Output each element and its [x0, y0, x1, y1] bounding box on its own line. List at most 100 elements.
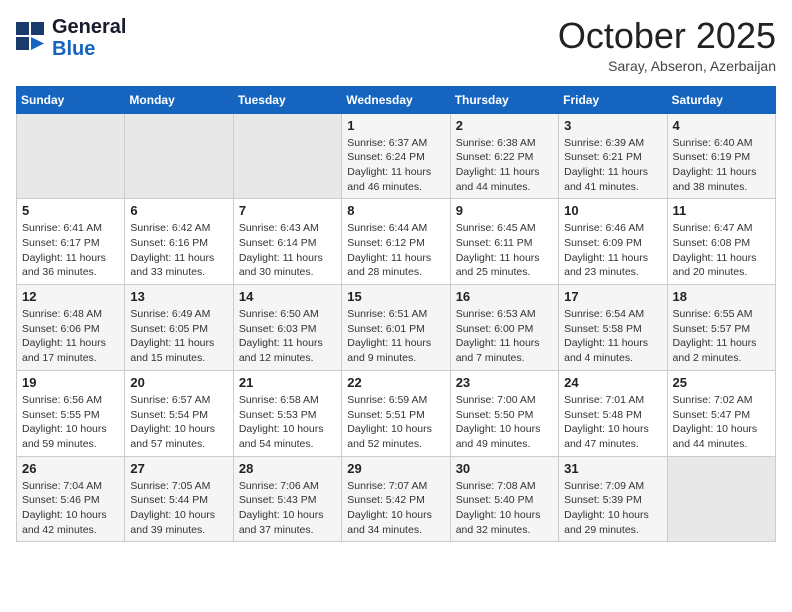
- month-title: October 2025: [558, 16, 776, 56]
- day-info: Sunrise: 7:02 AM Sunset: 5:47 PM Dayligh…: [673, 393, 770, 452]
- day-number: 20: [130, 375, 227, 390]
- calendar-cell: 18 Sunrise: 6:55 AM Sunset: 5:57 PM Dayli…: [667, 285, 775, 371]
- day-info: Sunrise: 6:48 AM Sunset: 6:06 PM Dayligh…: [22, 307, 119, 366]
- day-number: 1: [347, 118, 444, 133]
- calendar-week-row: 5 Sunrise: 6:41 AM Sunset: 6:17 PM Daylig…: [17, 199, 776, 285]
- day-number: 14: [239, 289, 336, 304]
- day-number: 29: [347, 461, 444, 476]
- calendar-header-tuesday: Tuesday: [233, 86, 341, 113]
- calendar-cell: 29 Sunrise: 7:07 AM Sunset: 5:42 PM Dayli…: [342, 456, 450, 542]
- day-number: 24: [564, 375, 661, 390]
- calendar-cell: 5 Sunrise: 6:41 AM Sunset: 6:17 PM Daylig…: [17, 199, 125, 285]
- calendar-cell: 31Sunrise: 7:09 AM Sunset: 5:39 PM Dayli…: [559, 456, 667, 542]
- calendar-cell: [667, 456, 775, 542]
- calendar-cell: 25 Sunrise: 7:02 AM Sunset: 5:47 PM Dayli…: [667, 370, 775, 456]
- calendar-header-row: SundayMondayTuesdayWednesdayThursdayFrid…: [17, 86, 776, 113]
- calendar-cell: 12 Sunrise: 6:48 AM Sunset: 6:06 PM Dayli…: [17, 285, 125, 371]
- calendar-cell: 8Sunrise: 6:44 AM Sunset: 6:12 PM Daylig…: [342, 199, 450, 285]
- day-info: Sunrise: 6:41 AM Sunset: 6:17 PM Dayligh…: [22, 221, 119, 280]
- day-number: 18: [673, 289, 770, 304]
- day-number: 27: [130, 461, 227, 476]
- day-info: Sunrise: 7:01 AM Sunset: 5:48 PM Dayligh…: [564, 393, 661, 452]
- day-number: 7: [239, 203, 336, 218]
- logo-blue: Blue: [52, 38, 95, 60]
- day-number: 21: [239, 375, 336, 390]
- day-number: 16: [456, 289, 553, 304]
- calendar-cell: [233, 113, 341, 199]
- day-number: 26: [22, 461, 119, 476]
- calendar-week-row: 12 Sunrise: 6:48 AM Sunset: 6:06 PM Dayli…: [17, 285, 776, 371]
- day-info: Sunrise: 6:57 AM Sunset: 5:54 PM Dayligh…: [130, 393, 227, 452]
- calendar-cell: 15 Sunrise: 6:51 AM Sunset: 6:01 PM Dayli…: [342, 285, 450, 371]
- day-info: Sunrise: 6:47 AM Sunset: 6:08 PM Dayligh…: [673, 221, 770, 280]
- calendar-cell: 17Sunrise: 6:54 AM Sunset: 5:58 PM Dayli…: [559, 285, 667, 371]
- day-info: Sunrise: 6:55 AM Sunset: 5:57 PM Dayligh…: [673, 307, 770, 366]
- calendar-cell: 6Sunrise: 6:42 AM Sunset: 6:16 PM Daylig…: [125, 199, 233, 285]
- calendar-cell: 16 Sunrise: 6:53 AM Sunset: 6:00 PM Dayli…: [450, 285, 558, 371]
- calendar-cell: 2 Sunrise: 6:38 AM Sunset: 6:22 PM Daylig…: [450, 113, 558, 199]
- calendar-cell: 24 Sunrise: 7:01 AM Sunset: 5:48 PM Dayli…: [559, 370, 667, 456]
- day-info: Sunrise: 6:51 AM Sunset: 6:01 PM Dayligh…: [347, 307, 444, 366]
- page-header: General Blue October 2025 Saray, Abseron…: [16, 16, 776, 74]
- calendar-header-monday: Monday: [125, 86, 233, 113]
- day-number: 5: [22, 203, 119, 218]
- calendar-header-saturday: Saturday: [667, 86, 775, 113]
- day-number: 17: [564, 289, 661, 304]
- day-info: Sunrise: 6:38 AM Sunset: 6:22 PM Dayligh…: [456, 136, 553, 195]
- day-info: Sunrise: 6:37 AM Sunset: 6:24 PM Dayligh…: [347, 136, 444, 195]
- calendar-week-row: 1 Sunrise: 6:37 AM Sunset: 6:24 PM Daylig…: [17, 113, 776, 199]
- day-info: Sunrise: 7:07 AM Sunset: 5:42 PM Dayligh…: [347, 479, 444, 538]
- calendar-cell: 26 Sunrise: 7:04 AM Sunset: 5:46 PM Dayli…: [17, 456, 125, 542]
- calendar-cell: 22Sunrise: 6:59 AM Sunset: 5:51 PM Dayli…: [342, 370, 450, 456]
- calendar-cell: 3 Sunrise: 6:39 AM Sunset: 6:21 PM Daylig…: [559, 113, 667, 199]
- day-number: 12: [22, 289, 119, 304]
- day-info: Sunrise: 7:04 AM Sunset: 5:46 PM Dayligh…: [22, 479, 119, 538]
- day-info: Sunrise: 7:08 AM Sunset: 5:40 PM Dayligh…: [456, 479, 553, 538]
- calendar-cell: 1 Sunrise: 6:37 AM Sunset: 6:24 PM Daylig…: [342, 113, 450, 199]
- calendar-cell: 21 Sunrise: 6:58 AM Sunset: 5:53 PM Dayli…: [233, 370, 341, 456]
- day-info: Sunrise: 6:56 AM Sunset: 5:55 PM Dayligh…: [22, 393, 119, 452]
- calendar-cell: 10Sunrise: 6:46 AM Sunset: 6:09 PM Dayli…: [559, 199, 667, 285]
- calendar-cell: 30 Sunrise: 7:08 AM Sunset: 5:40 PM Dayli…: [450, 456, 558, 542]
- calendar-header-wednesday: Wednesday: [342, 86, 450, 113]
- day-number: 23: [456, 375, 553, 390]
- day-info: Sunrise: 6:58 AM Sunset: 5:53 PM Dayligh…: [239, 393, 336, 452]
- calendar-cell: [125, 113, 233, 199]
- day-info: Sunrise: 6:39 AM Sunset: 6:21 PM Dayligh…: [564, 136, 661, 195]
- calendar-table: SundayMondayTuesdayWednesdayThursdayFrid…: [16, 86, 776, 543]
- day-number: 3: [564, 118, 661, 133]
- day-number: 31: [564, 461, 661, 476]
- day-info: Sunrise: 6:53 AM Sunset: 6:00 PM Dayligh…: [456, 307, 553, 366]
- day-info: Sunrise: 7:06 AM Sunset: 5:43 PM Dayligh…: [239, 479, 336, 538]
- calendar-cell: 19 Sunrise: 6:56 AM Sunset: 5:55 PM Dayli…: [17, 370, 125, 456]
- day-number: 2: [456, 118, 553, 133]
- calendar-cell: 23 Sunrise: 7:00 AM Sunset: 5:50 PM Dayli…: [450, 370, 558, 456]
- calendar-header-friday: Friday: [559, 86, 667, 113]
- day-number: 25: [673, 375, 770, 390]
- day-info: Sunrise: 6:50 AM Sunset: 6:03 PM Dayligh…: [239, 307, 336, 366]
- day-number: 15: [347, 289, 444, 304]
- day-info: Sunrise: 7:00 AM Sunset: 5:50 PM Dayligh…: [456, 393, 553, 452]
- day-info: Sunrise: 6:40 AM Sunset: 6:19 PM Dayligh…: [673, 136, 770, 195]
- day-number: 30: [456, 461, 553, 476]
- calendar-cell: 27Sunrise: 7:05 AM Sunset: 5:44 PM Dayli…: [125, 456, 233, 542]
- calendar-cell: [17, 113, 125, 199]
- day-info: Sunrise: 6:45 AM Sunset: 6:11 PM Dayligh…: [456, 221, 553, 280]
- calendar-cell: 9Sunrise: 6:45 AM Sunset: 6:11 PM Daylig…: [450, 199, 558, 285]
- day-number: 4: [673, 118, 770, 133]
- calendar-week-row: 19 Sunrise: 6:56 AM Sunset: 5:55 PM Dayli…: [17, 370, 776, 456]
- logo-general: General: [52, 16, 126, 38]
- day-info: Sunrise: 6:59 AM Sunset: 5:51 PM Dayligh…: [347, 393, 444, 452]
- title-block: October 2025 Saray, Abseron, Azerbaijan: [558, 16, 776, 74]
- day-info: Sunrise: 6:42 AM Sunset: 6:16 PM Dayligh…: [130, 221, 227, 280]
- logo: General Blue: [16, 16, 126, 60]
- calendar-cell: 11Sunrise: 6:47 AM Sunset: 6:08 PM Dayli…: [667, 199, 775, 285]
- day-number: 28: [239, 461, 336, 476]
- calendar-header-sunday: Sunday: [17, 86, 125, 113]
- calendar-week-row: 26 Sunrise: 7:04 AM Sunset: 5:46 PM Dayli…: [17, 456, 776, 542]
- day-number: 13: [130, 289, 227, 304]
- day-number: 19: [22, 375, 119, 390]
- logo-icon: [16, 22, 46, 55]
- calendar-header-thursday: Thursday: [450, 86, 558, 113]
- day-number: 10: [564, 203, 661, 218]
